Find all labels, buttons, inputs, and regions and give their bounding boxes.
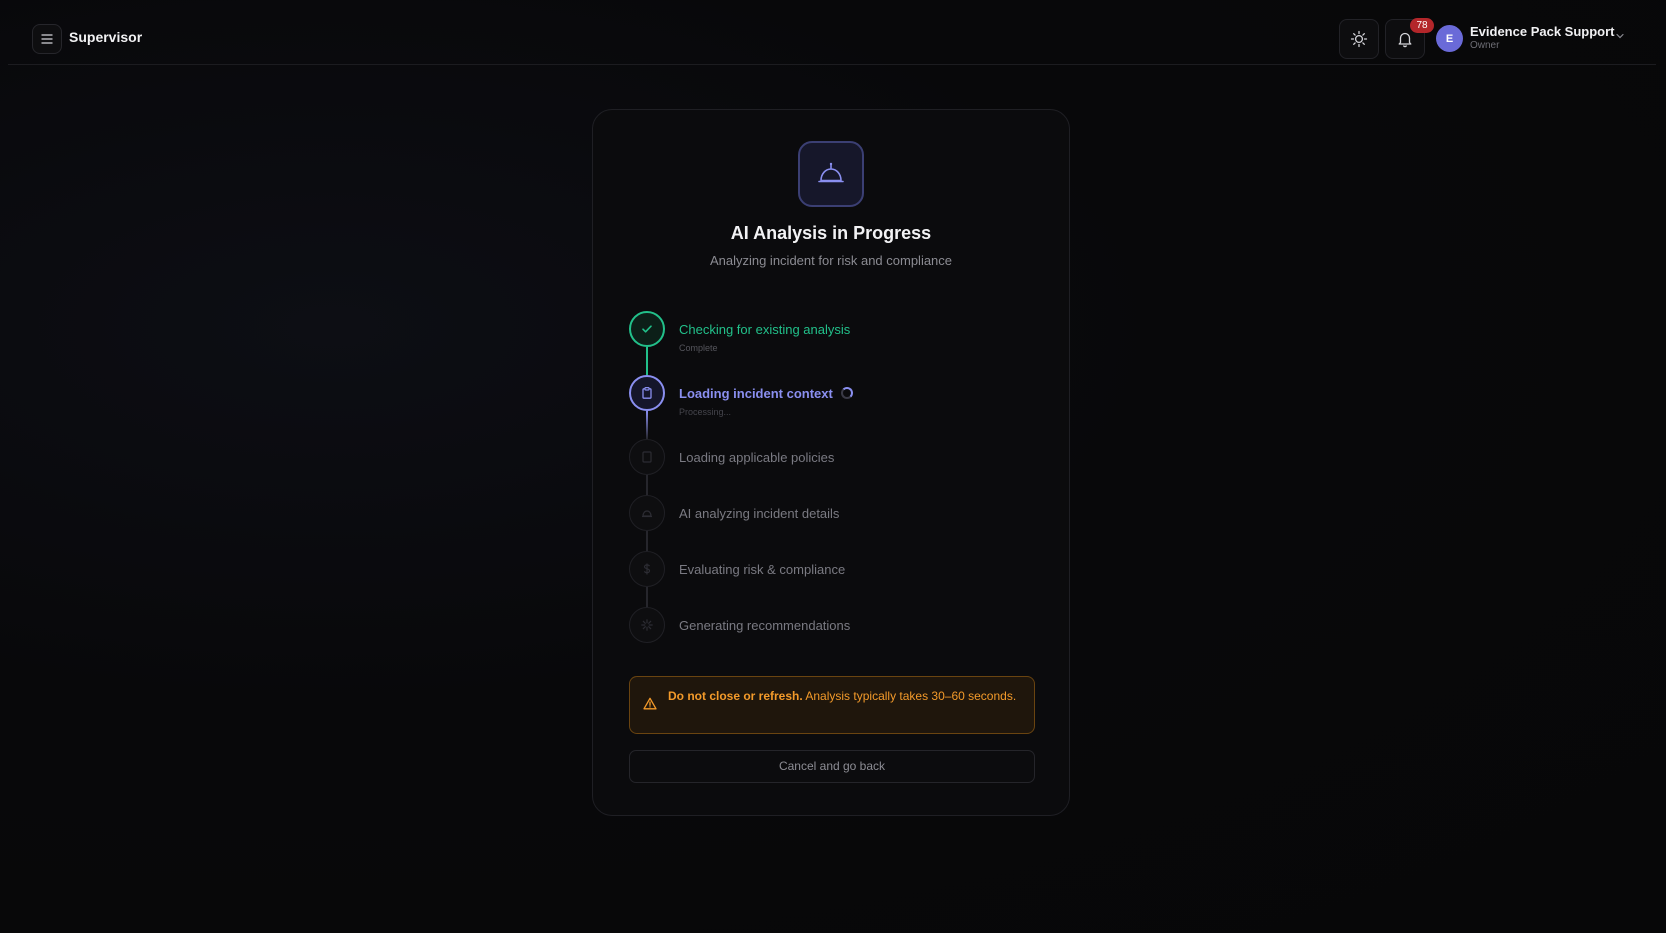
analysis-card: AI Analysis in Progress Analyzing incide… <box>592 109 1070 816</box>
warning-strong-text: Do not close or refresh. <box>668 689 803 703</box>
chevron-down-icon[interactable] <box>1615 32 1625 40</box>
notification-badge: 78 <box>1410 18 1434 33</box>
step-pending-indicator <box>629 439 665 475</box>
card-subtitle: Analyzing incident for risk and complian… <box>709 253 953 268</box>
step-label: Loading incident context <box>679 386 833 401</box>
clipboard-icon <box>642 387 652 399</box>
step-label: AI analyzing incident details <box>679 506 840 521</box>
step-status: Complete <box>679 343 718 353</box>
step-connector <box>646 587 648 607</box>
step-label: Generating recommendations <box>679 618 851 633</box>
user-role: Owner <box>1470 40 1500 51</box>
step-complete-indicator <box>629 311 665 347</box>
step-connector <box>646 411 648 439</box>
step-label-active: Loading incident context <box>679 386 853 401</box>
step-pending-indicator <box>629 607 665 643</box>
step-connector <box>646 531 648 551</box>
card-title: AI Analysis in Progress <box>730 223 932 243</box>
theme-toggle-button[interactable] <box>1339 19 1379 59</box>
loading-spinner-icon <box>840 387 853 399</box>
step-label: Checking for existing analysis <box>679 322 851 337</box>
document-icon <box>642 451 652 463</box>
step-active-indicator <box>629 375 665 411</box>
ai-bot-icon <box>642 510 652 518</box>
check-icon <box>642 325 652 333</box>
menu-button[interactable] <box>32 24 62 54</box>
top-bar: Supervisor 78 E Evidence Pack Support Ow… <box>8 0 1656 65</box>
notifications-button[interactable]: 78 <box>1385 18 1434 59</box>
step-connector <box>646 475 648 495</box>
warning-banner: Do not close or refresh. Analysis typica… <box>629 676 1035 734</box>
app-title: Supervisor <box>69 29 143 45</box>
sun-icon <box>1350 30 1368 48</box>
sparkle-icon <box>641 619 653 631</box>
cancel-button[interactable]: Cancel and go back <box>629 750 1035 783</box>
bell-icon <box>1398 32 1412 48</box>
progress-steps: Checking for existing analysis Complete … <box>629 311 1039 656</box>
step-label: Evaluating risk & compliance <box>679 562 846 577</box>
warning-text: Analysis typically takes 30–60 seconds. <box>805 689 1017 703</box>
step-pending-indicator <box>629 495 665 531</box>
ai-bot-icon <box>798 141 864 207</box>
user-name[interactable]: Evidence Pack Support <box>1470 24 1615 39</box>
step-connector <box>646 347 648 375</box>
step-status: Processing... <box>679 407 732 417</box>
step-pending-indicator <box>629 551 665 587</box>
dollar-icon <box>643 563 651 575</box>
hamburger-icon <box>41 34 53 44</box>
step-label: Loading applicable policies <box>679 450 835 465</box>
warning-triangle-icon <box>643 697 657 710</box>
avatar[interactable]: E <box>1436 25 1463 52</box>
